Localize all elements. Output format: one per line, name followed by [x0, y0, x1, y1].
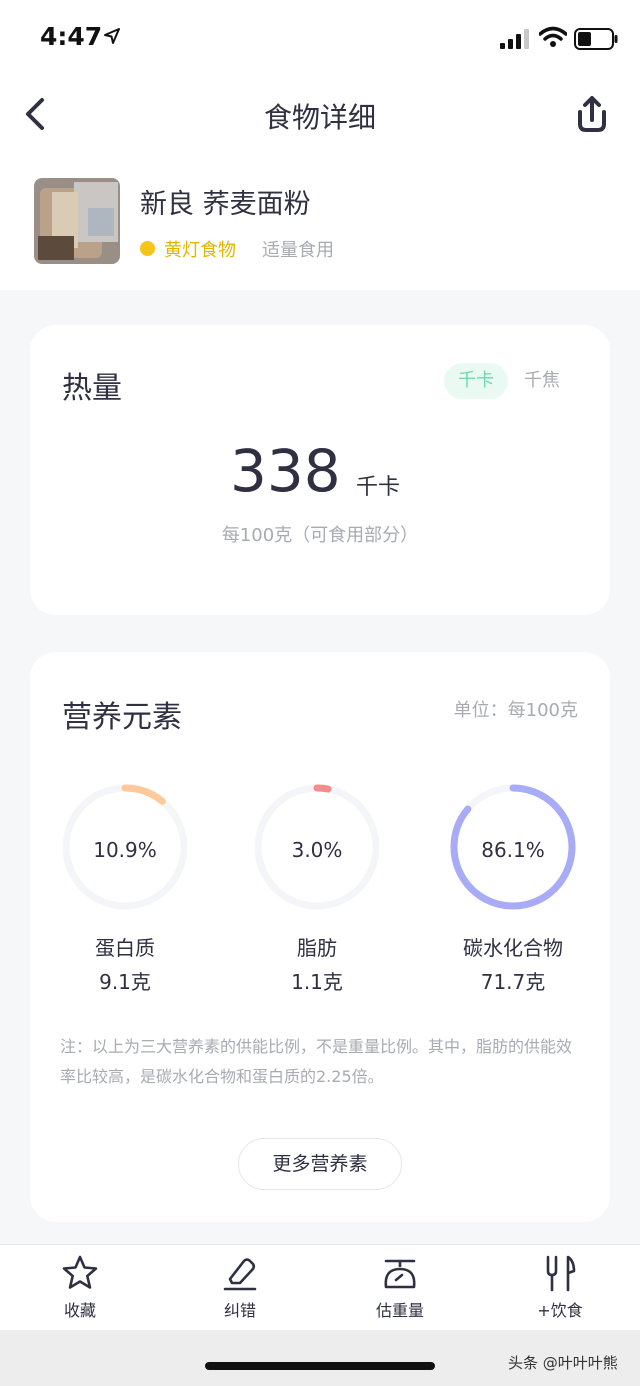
tab-label: 收藏	[63, 1301, 96, 1320]
star-icon	[62, 1255, 98, 1289]
fat-amount: 1.1克	[291, 970, 343, 994]
watermark: 头条 @叶叶叶熊	[508, 1354, 618, 1372]
bottom-tab-bar: 收藏 纠错 估重量 +饮食	[0, 1244, 640, 1330]
carbs-label: 碳水化合物	[463, 936, 563, 960]
fork-knife-icon	[546, 1255, 576, 1292]
eraser-icon	[223, 1258, 257, 1291]
fat-percent: 3.0%	[291, 838, 343, 862]
energy-basis: 每100克（可食用部分）	[221, 525, 419, 546]
status-time: 4:47	[40, 22, 103, 51]
tab-label: 纠错	[223, 1301, 256, 1320]
tab-add-meal[interactable]: +饮食	[510, 1253, 610, 1321]
protein-label: 蛋白质	[95, 936, 155, 960]
food-name: 新良 荞麦面粉	[140, 189, 311, 220]
protein-amount: 9.1克	[99, 970, 151, 994]
energy-value: 338	[230, 437, 341, 505]
protein-percent: 10.9%	[93, 838, 157, 862]
tab-estimate-weight[interactable]: 估重量	[350, 1253, 450, 1321]
more-nutrients-button[interactable]: 更多营养素	[238, 1138, 402, 1190]
status-bar: 4:47	[0, 0, 640, 78]
nutrients-card: 营养元素 单位：每100克 10.9% 蛋白质 9.1克 3.0% 脂肪 1.1…	[30, 652, 610, 1222]
carbs-percent: 86.1%	[481, 838, 545, 862]
tab-report-error[interactable]: 纠错	[190, 1253, 290, 1321]
carbs-amount: 71.7克	[480, 970, 546, 994]
location-arrow-icon	[104, 28, 120, 44]
traffic-light-label: 黄灯食物	[164, 240, 236, 261]
nutrients-note: 注：以上为三大营养素的供能比例，不是重量比例。其中，脂肪的供能效率比较高，是碳水…	[60, 1037, 573, 1086]
energy-value-unit: 千卡	[356, 475, 401, 500]
unit-toggle-kj[interactable]: 千焦	[510, 363, 574, 399]
food-thumbnail[interactable]	[34, 178, 120, 264]
yellow-light-dot-icon	[140, 241, 155, 256]
tab-label: +饮食	[537, 1301, 583, 1320]
unit-toggle-kcal[interactable]: 千卡	[444, 363, 508, 399]
wifi-icon	[539, 26, 567, 47]
nutrients-title: 营养元素	[62, 700, 182, 735]
tab-label: 估重量	[375, 1301, 424, 1320]
energy-card: 热量 千卡 千焦 338 千卡 每100克（可食用部分）	[30, 325, 610, 615]
home-indicator[interactable]	[205, 1362, 435, 1370]
scale-icon	[384, 1259, 416, 1289]
page-title: 食物详细	[263, 101, 376, 134]
battery-icon	[574, 28, 618, 50]
food-header: 新良 荞麦面粉 黄灯食物 适量食用	[0, 160, 640, 290]
share-icon[interactable]	[572, 94, 612, 134]
fat-label: 脂肪	[297, 936, 337, 960]
energy-title: 热量	[62, 371, 122, 406]
tab-favorite[interactable]: 收藏	[30, 1253, 130, 1321]
nutrients-unit-note: 单位：每100克	[453, 700, 578, 721]
cellular-signal-icon	[500, 29, 529, 49]
eating-advice: 适量食用	[262, 240, 334, 261]
nav-bar: 食物详细	[0, 78, 640, 160]
